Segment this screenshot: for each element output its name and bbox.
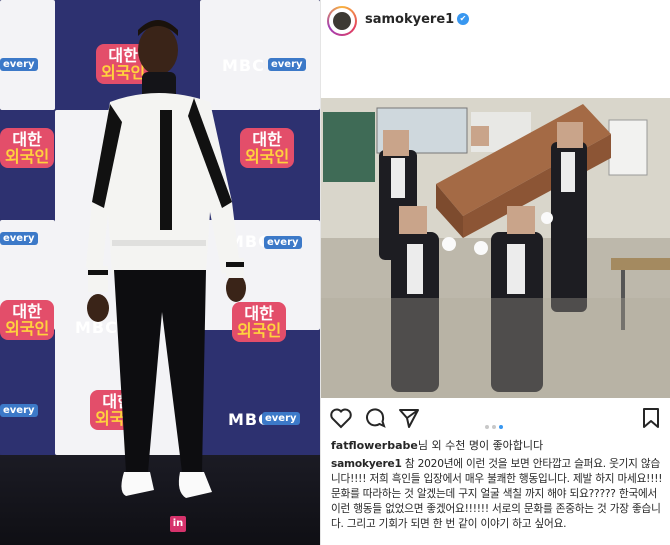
- show-logo-line2: 외국인: [5, 319, 50, 338]
- show-logo-line2: 외국인: [5, 147, 50, 166]
- avatar-ring: [329, 8, 355, 34]
- show-logo: 대한 외국인: [0, 300, 55, 340]
- show-logo-line1: 대한: [12, 130, 42, 149]
- heart-icon[interactable]: [329, 406, 353, 430]
- likes-text: 님 외 수천 명이 좋아합니다: [417, 439, 544, 452]
- likes-line: fatflowerbabe님 외 수천 명이 좋아합니다: [331, 437, 543, 453]
- avatar-image: [333, 12, 351, 30]
- post-photo[interactable]: [321, 98, 670, 398]
- carousel-dot-active: [499, 425, 503, 429]
- every-logo: every: [262, 412, 300, 425]
- watermark-logo: in: [170, 516, 186, 532]
- post-header: samokyere1 ✔: [321, 0, 670, 42]
- show-logo-line1: 대한: [12, 302, 42, 321]
- carousel-dots: [485, 414, 506, 433]
- post-caption: samokyere1 참 2020년에 이런 것을 보면 안타깝고 슬퍼요. 웃…: [331, 457, 667, 532]
- every-logo: every: [268, 58, 306, 71]
- press-photo: MBC every every MBC every every MBC MBC …: [0, 0, 320, 545]
- every-logo: every: [0, 58, 38, 71]
- every-logo: every: [0, 404, 38, 417]
- verified-badge-icon: ✔: [457, 13, 469, 25]
- avatar[interactable]: [327, 6, 357, 36]
- show-logo: 대한 외국인: [0, 128, 55, 168]
- username[interactable]: samokyere1: [365, 12, 454, 27]
- carousel-dot: [485, 425, 489, 429]
- carousel-dot: [492, 425, 496, 429]
- bookmark-icon[interactable]: [639, 406, 663, 430]
- person-figure: [86, 20, 246, 498]
- caption-username[interactable]: samokyere1: [331, 458, 402, 470]
- comment-icon[interactable]: [363, 406, 387, 430]
- every-logo: every: [264, 236, 302, 249]
- liked-by-user[interactable]: fatflowerbabe: [331, 439, 418, 452]
- instagram-post: samokyere1 ✔ fatflowerbabe님 외 수천 명이 좋아합니…: [320, 0, 670, 545]
- classroom-photo: [321, 98, 670, 398]
- every-logo: every: [0, 232, 38, 245]
- share-icon[interactable]: [397, 406, 421, 430]
